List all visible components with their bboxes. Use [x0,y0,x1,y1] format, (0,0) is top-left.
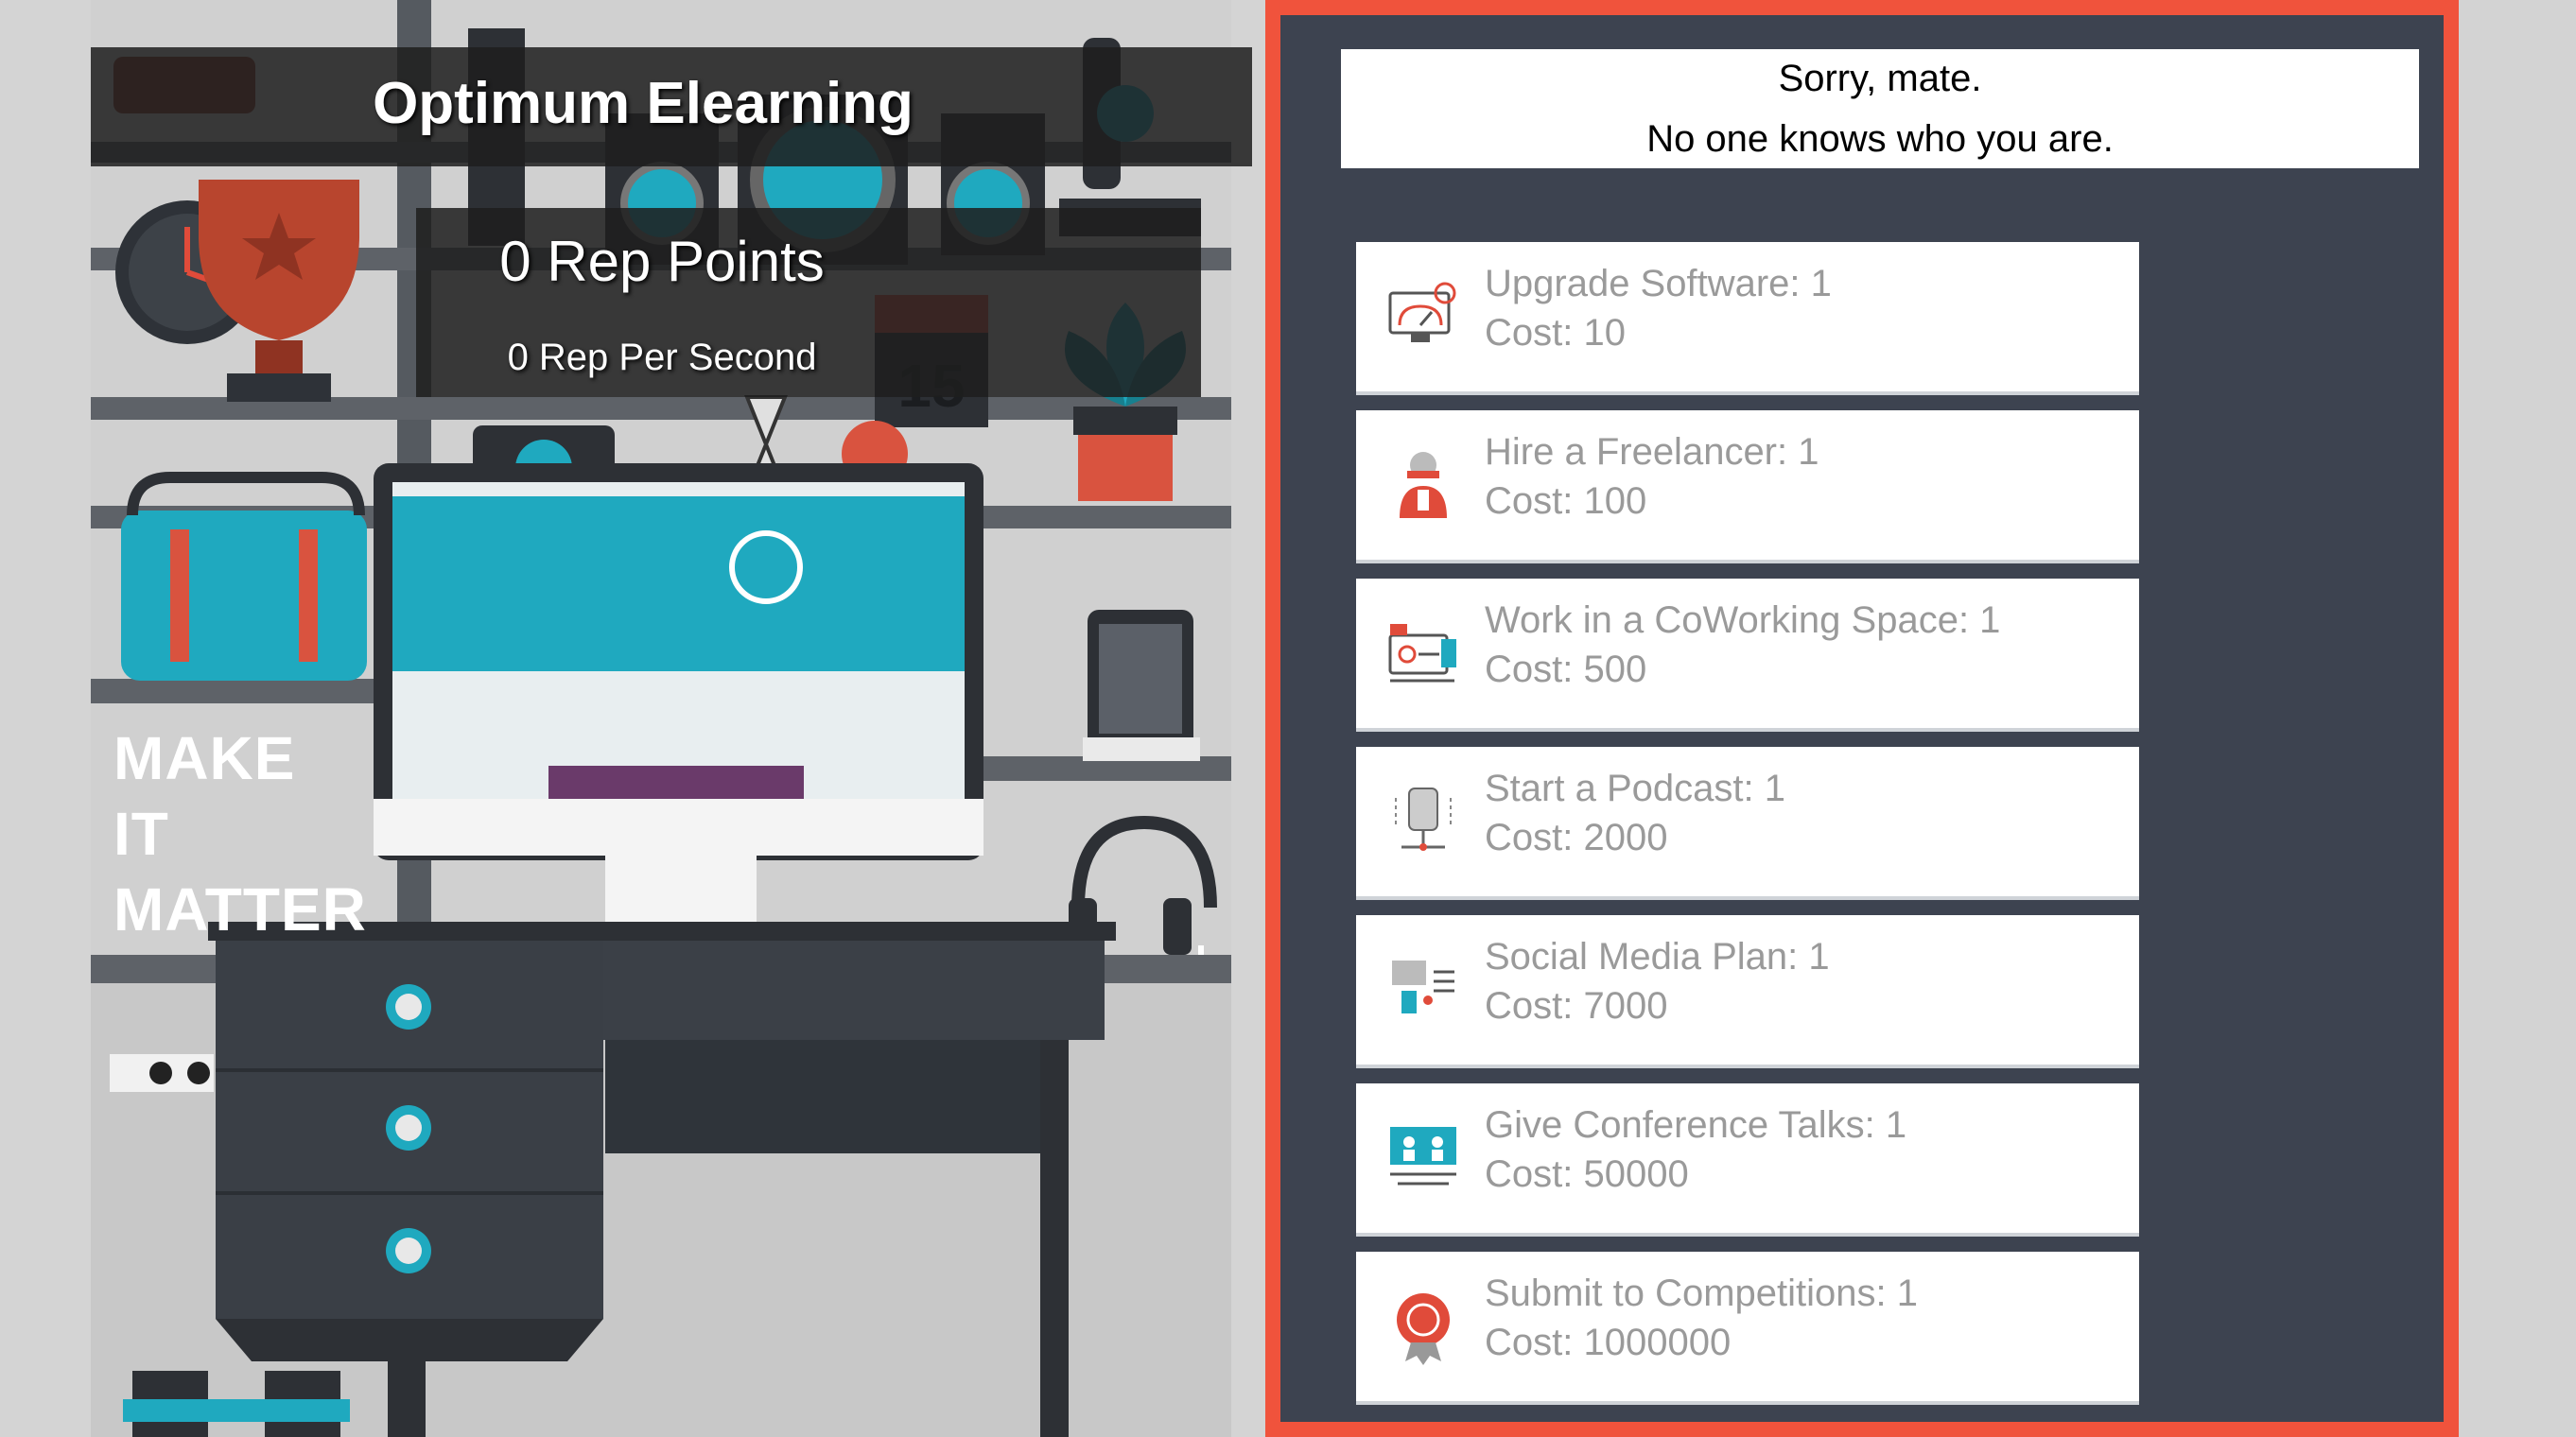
conference-icon [1390,1127,1456,1186]
upgrade-name: Start a Podcast: 1 [1485,768,1785,809]
upgrade-cost: Cost: 1000000 [1485,1322,1732,1363]
upgrade-name: Social Media Plan: 1 [1485,936,1830,978]
status-message: Sorry, mate. No one knows who you are. [1341,49,2419,168]
rep-per-second: 0 Rep Per Second [507,337,817,378]
upgrade-cost: Cost: 10 [1485,312,1626,354]
upgrade-name: Give Conference Talks: 1 [1485,1104,1907,1146]
poster-line: MAKE [113,724,296,792]
upgrade-panel: Sorry, mate. No one knows who you are. U… [1265,0,2459,1437]
submit-competitions-button[interactable]: Submit to Competitions: 1 Cost: 1000000 [1356,1252,2139,1405]
award-icon [1397,1293,1450,1365]
start-podcast-button[interactable]: Start a Podcast: 1 Cost: 2000 [1356,747,2139,900]
podcast-icon [1395,788,1452,851]
office-scene: 15 [0,0,1267,1437]
poster-text: MAKE IT MATTER [113,720,367,947]
upgrade-cost: Cost: 500 [1485,649,1647,690]
game-title: Optimum Elearning [373,71,914,136]
upgrade-name: Hire a Freelancer: 1 [1485,431,1819,473]
upgrade-cost: Cost: 2000 [1485,817,1668,858]
freelancer-icon [1400,452,1447,518]
coworking-space-button[interactable]: Work in a CoWorking Space: 1 Cost: 500 [1356,579,2139,732]
message-line-1: Sorry, mate. [1778,58,1982,99]
software-icon [1388,282,1456,342]
poster-line: IT [113,800,169,868]
social-media-icon [1392,961,1454,1013]
upgrade-cost: Cost: 7000 [1485,985,1668,1027]
upgrade-software-button[interactable]: Upgrade Software: 1 Cost: 10 [1356,242,2139,395]
monitor [374,463,983,922]
hire-freelancer-button[interactable]: Hire a Freelancer: 1 Cost: 100 [1356,410,2139,563]
upgrade-cost: Cost: 50000 [1485,1153,1689,1195]
upgrade-cost: Cost: 100 [1485,480,1647,522]
upgrade-name: Upgrade Software: 1 [1485,263,1832,304]
upgrade-name: Submit to Competitions: 1 [1485,1273,1918,1314]
coworking-icon [1388,624,1456,683]
message-line-2: No one knows who you are. [1646,118,2114,160]
rep-points: 0 Rep Points [499,230,825,293]
conference-talks-button[interactable]: Give Conference Talks: 1 Cost: 50000 [1356,1083,2139,1237]
upgrade-name: Work in a CoWorking Space: 1 [1485,599,2001,641]
poster-line: MATTER [113,875,367,944]
social-media-plan-button[interactable]: Social Media Plan: 1 Cost: 7000 [1356,915,2139,1068]
